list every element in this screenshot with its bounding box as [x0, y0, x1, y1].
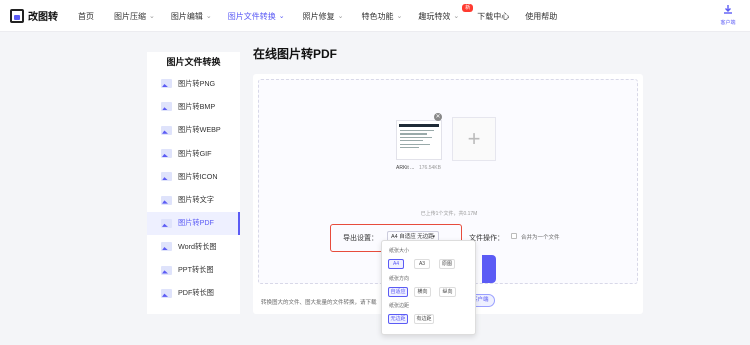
margin-option-with[interactable]: 有边距	[414, 314, 434, 324]
nav-label: 图片文件转换	[227, 11, 276, 21]
direction-option-auto[interactable]: 自适应	[388, 287, 408, 297]
nav-item-help[interactable]: 使用帮助	[525, 0, 557, 32]
sidebar-item-label: 图片转文字	[178, 195, 214, 205]
convert-button[interactable]	[482, 255, 496, 283]
image-icon	[161, 242, 172, 252]
direction-option-portrait[interactable]: 纵向	[439, 287, 456, 297]
nav-item-file-convert[interactable]: 图片文件转换 ⌄	[228, 0, 285, 32]
image-icon	[161, 195, 172, 205]
file-thumbnail[interactable]	[396, 120, 442, 160]
merge-checkbox[interactable]	[511, 233, 517, 239]
file-name: ARKit ...	[396, 165, 415, 171]
chevron-down-icon: ⌄	[205, 13, 212, 20]
size-option-original[interactable]: 原图	[439, 259, 455, 269]
sidebar-item-pdf-long[interactable]: PDF转长图	[147, 282, 240, 305]
image-icon	[161, 79, 172, 89]
nav-label: 使用帮助	[525, 11, 558, 21]
close-icon[interactable]: ✕	[434, 113, 442, 121]
nav-item-fun-effects[interactable]: 趣玩特效 ⌄ 新	[418, 0, 474, 32]
nav-label: 图片编辑	[170, 11, 203, 21]
sidebar-list: 图片转PNG 图片转BMP 图片转WEBP 图片转GIF 图片转ICON 图片转…	[147, 72, 240, 305]
thumbnail-header	[399, 124, 439, 127]
sidebar-item-png[interactable]: 图片转PNG	[147, 72, 240, 95]
image-icon	[161, 172, 172, 182]
image-icon	[161, 265, 172, 275]
sidebar-item-label: PPT转长图	[178, 265, 214, 275]
size-option-a4[interactable]: A4	[388, 259, 404, 269]
logo-text: 改图转	[28, 12, 58, 23]
logo[interactable]: 改图转	[10, 8, 58, 23]
sidebar-item-icon[interactable]: 图片转ICON	[147, 165, 240, 188]
nav-label: 照片修复	[302, 11, 335, 21]
sidebar-item-label: 图片转ICON	[178, 171, 218, 181]
add-file-button[interactable]: +	[452, 117, 496, 161]
sidebar-item-bmp[interactable]: 图片转BMP	[147, 95, 240, 118]
sidebar-item-label: 图片转PDF	[178, 218, 214, 228]
export-settings-dropdown: 纸张大小 A4 A3 原图 纸张方向 自适应 横向 纵向 纸张边距 无边距 有边…	[381, 240, 476, 335]
sidebar-item-gif[interactable]: 图片转GIF	[147, 142, 240, 165]
file-size: 176.54KB	[419, 165, 441, 171]
image-icon	[161, 218, 172, 228]
sidebar-title: 图片文件转换	[166, 57, 221, 67]
chevron-down-icon: ⌄	[453, 13, 460, 20]
download-client-icon	[724, 5, 732, 14]
image-icon	[161, 149, 172, 159]
nav-menu: 首页 图片压缩 ⌄ 图片编辑 ⌄ 图片文件转换 ⌄ 照片修复 ⌄ 特色功能 ⌄ …	[78, 0, 557, 32]
plus-icon: +	[467, 126, 481, 151]
paper-size-label: 纸张大小	[389, 248, 410, 254]
merge-label: 合并为一个文件	[521, 235, 560, 241]
sidebar-item-text[interactable]: 图片转文字	[147, 188, 240, 211]
nav-item-photo-repair[interactable]: 照片修复 ⌄	[303, 0, 344, 32]
client-label: 客户端	[720, 20, 736, 26]
nav-item-edit[interactable]: 图片编辑 ⌄	[171, 0, 212, 32]
chevron-down-icon: ⌄	[149, 13, 155, 20]
paper-direction-label: 纸张方向	[389, 276, 410, 282]
nav-item-download-center[interactable]: 下载中心	[477, 0, 509, 32]
sidebar-item-label: 图片转BMP	[178, 101, 216, 111]
page-title: 在线图片转PDF	[253, 47, 338, 61]
client-download[interactable]: 客户端	[716, 4, 740, 26]
chevron-down-icon: ⌄	[278, 13, 285, 20]
nav-label: 特色功能	[361, 11, 394, 21]
paper-margin-label: 纸张边距	[389, 303, 410, 309]
sidebar-item-label: 图片转GIF	[178, 148, 212, 158]
nav-label: 首页	[78, 11, 94, 21]
nav-label: 趣玩特效	[418, 11, 451, 21]
sidebar-item-label: Word转长图	[178, 241, 217, 251]
chevron-down-icon: ⌄	[396, 13, 403, 20]
logo-icon	[10, 8, 24, 23]
sidebar-item-label: PDF转长图	[178, 288, 214, 298]
nav-item-compress[interactable]: 图片压缩 ⌄	[114, 0, 155, 32]
sidebar-item-webp[interactable]: 图片转WEBP	[147, 119, 240, 142]
sidebar-item-label: 图片转WEBP	[178, 125, 221, 135]
margin-option-none[interactable]: 无边距	[388, 314, 408, 324]
sidebar: 图片文件转换 图片转PNG 图片转BMP 图片转WEBP 图片转GIF 图片转I…	[147, 52, 240, 314]
nav-item-home[interactable]: 首页	[78, 0, 94, 32]
direction-option-landscape[interactable]: 横向	[414, 287, 431, 297]
sidebar-item-ppt-long[interactable]: PPT转长图	[147, 258, 240, 281]
image-icon	[161, 288, 172, 298]
export-settings-label: 导出设置：	[343, 235, 378, 242]
sidebar-item-pdf[interactable]: 图片转PDF	[147, 211, 240, 236]
image-icon	[161, 102, 172, 112]
chevron-down-icon: ⌄	[337, 13, 344, 20]
client-note: 转换图大的文件、图大批量的文件转换，请下载	[261, 300, 377, 306]
sidebar-item-label: 图片转PNG	[178, 78, 216, 88]
nav-label: 图片压缩	[114, 11, 146, 21]
image-icon	[161, 125, 172, 135]
sidebar-item-word-long[interactable]: Word转长图	[147, 235, 240, 258]
nav-label: 下载中心	[477, 11, 510, 21]
new-badge: 新	[462, 4, 474, 12]
top-nav: 改图转 首页 图片压缩 ⌄ 图片编辑 ⌄ 图片文件转换 ⌄ 照片修复 ⌄ 特色功…	[0, 0, 750, 32]
thumbnail-text-lines	[400, 130, 438, 150]
nav-item-features[interactable]: 特色功能 ⌄	[362, 0, 403, 32]
size-option-a3[interactable]: A3	[414, 259, 430, 269]
upload-info: 已上传1个文件，共0.17M	[420, 211, 478, 217]
